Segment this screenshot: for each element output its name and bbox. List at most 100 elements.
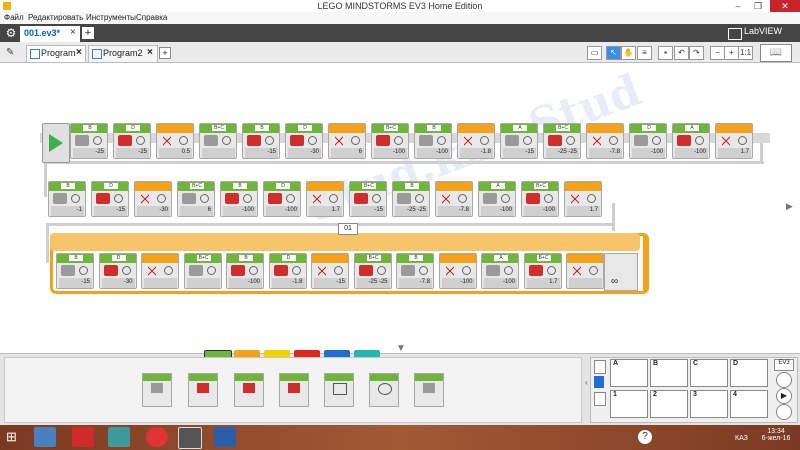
- undo-icon[interactable]: ↶: [674, 46, 689, 60]
- yandex-browser-icon[interactable]: [146, 427, 168, 447]
- clock[interactable]: 13:34 6-жел-16: [756, 428, 796, 442]
- large-motor-block[interactable]: B+C 1.7: [523, 253, 562, 289]
- parameter-value[interactable]: -100: [651, 149, 663, 155]
- medium-motor-block[interactable]: D -100: [629, 123, 667, 159]
- parameter-value[interactable]: -1: [77, 207, 82, 213]
- port-label[interactable]: A: [685, 125, 699, 131]
- minimize-button[interactable]: –: [728, 0, 748, 12]
- select-icon[interactable]: ↖: [606, 46, 621, 60]
- parameter-value[interactable]: 6: [208, 207, 211, 213]
- parameter-value[interactable]: -100: [543, 207, 555, 213]
- port-label[interactable]: B: [69, 255, 83, 261]
- large-motor-block[interactable]: D -1.8: [268, 253, 307, 289]
- add-project-button[interactable]: +: [82, 27, 94, 39]
- parameter-value[interactable]: -15: [267, 149, 276, 155]
- medium-motor-block[interactable]: B -1: [48, 181, 86, 217]
- port-label[interactable]: D: [126, 125, 140, 131]
- available-bricks-icon[interactable]: [594, 392, 606, 406]
- port-label[interactable]: D: [111, 255, 126, 261]
- zoom-reset-button[interactable]: 1:1: [738, 46, 753, 60]
- medium-motor-block[interactable]: A -15: [500, 123, 538, 159]
- large-motor-block[interactable]: D -100: [263, 181, 301, 217]
- port-label[interactable]: B+C: [362, 183, 376, 189]
- mode-selector[interactable]: [202, 148, 235, 158]
- help-icon[interactable]: ?: [638, 430, 652, 444]
- large-motor-block[interactable]: D -30: [285, 123, 323, 159]
- wait-block[interactable]: -15: [311, 253, 349, 289]
- wait-block[interactable]: 1.7: [715, 123, 753, 159]
- download-icon[interactable]: [776, 372, 792, 388]
- palette-move-steering-block[interactable]: [234, 373, 264, 407]
- port-label[interactable]: D: [281, 255, 296, 261]
- word-icon[interactable]: [214, 427, 236, 447]
- ev3-taskbar-icon[interactable]: [178, 427, 202, 449]
- programming-canvas[interactable]: Stud.kz - Stud 01 B-25D-250.5B+CB-15D-30…: [0, 63, 800, 354]
- medium-motor-block[interactable]: B -7.8: [396, 253, 434, 289]
- parameter-value[interactable]: 1.7: [741, 149, 749, 155]
- wait-block[interactable]: 1.7: [306, 181, 344, 217]
- loop-name-label[interactable]: 01: [338, 223, 358, 235]
- collapse-icon[interactable]: ‹: [585, 378, 588, 387]
- large-motor-block[interactable]: D -15: [91, 181, 129, 217]
- parameter-value[interactable]: -25 -25: [407, 207, 426, 213]
- parameter-value[interactable]: -30: [310, 149, 319, 155]
- large-motor-block[interactable]: B+C -100: [521, 181, 559, 217]
- parameter-value[interactable]: -15: [525, 149, 534, 155]
- port-label[interactable]: D: [276, 183, 290, 189]
- tab-program[interactable]: Program ×: [26, 45, 86, 62]
- add-program-button[interactable]: +: [159, 47, 171, 59]
- wait-block[interactable]: [141, 253, 179, 289]
- port-label[interactable]: B: [255, 125, 269, 131]
- palette-brick-light-block[interactable]: [414, 373, 444, 407]
- parameter-value[interactable]: -7.8: [610, 149, 620, 155]
- scroll-right-icon[interactable]: ▶: [786, 201, 793, 212]
- large-motor-block[interactable]: D -25: [113, 123, 151, 159]
- port-label[interactable]: B+C: [366, 255, 381, 261]
- port-label[interactable]: B+C: [534, 183, 548, 189]
- palette-display-block[interactable]: [324, 373, 354, 407]
- wait-block[interactable]: -1.8: [457, 123, 495, 159]
- parameter-value[interactable]: -25 -25: [558, 149, 577, 155]
- medium-motor-block[interactable]: B -15: [56, 253, 94, 289]
- palette-medium-motor-block[interactable]: [142, 373, 172, 407]
- port-label[interactable]: B: [405, 183, 419, 189]
- brick-info-icon[interactable]: [594, 360, 606, 374]
- redo-icon[interactable]: ↷: [689, 46, 704, 60]
- parameter-value[interactable]: -100: [248, 279, 260, 285]
- port-label[interactable]: B+C: [190, 183, 204, 189]
- wait-block[interactable]: 1.7: [564, 181, 602, 217]
- parameter-value[interactable]: -100: [285, 207, 297, 213]
- parameter-value[interactable]: -100: [393, 149, 405, 155]
- close-icon[interactable]: ×: [70, 27, 76, 38]
- parameter-value[interactable]: -100: [242, 207, 254, 213]
- ev3-brick-icon[interactable]: EV3: [774, 359, 794, 371]
- close-button[interactable]: ✕: [770, 0, 800, 12]
- content-editor-icon[interactable]: 📖: [760, 44, 792, 62]
- port-label[interactable]: A: [494, 255, 508, 261]
- save-icon[interactable]: ▪: [658, 46, 673, 60]
- medium-motor-block[interactable]: B+C 6: [177, 181, 215, 217]
- yandex-icon[interactable]: [72, 427, 94, 447]
- parameter-value[interactable]: -7.8: [420, 279, 430, 285]
- parameter-value[interactable]: -100: [694, 149, 706, 155]
- port-label[interactable]: B: [409, 255, 423, 261]
- loop-end-block[interactable]: ∞: [604, 253, 638, 291]
- parameter-value[interactable]: -25: [138, 149, 147, 155]
- medium-motor-block[interactable]: B -100: [414, 123, 452, 159]
- large-motor-block[interactable]: B -15: [242, 123, 280, 159]
- menu-file[interactable]: Файл: [4, 13, 24, 22]
- parameter-value[interactable]: -1.8: [292, 279, 302, 285]
- port-label[interactable]: B+C: [212, 125, 226, 131]
- parameter-value[interactable]: 0.5: [182, 149, 190, 155]
- palette-sound-block[interactable]: [369, 373, 399, 407]
- parameter-value[interactable]: -30: [159, 207, 168, 213]
- app-icon[interactable]: [108, 427, 130, 447]
- wait-block[interactable]: -30: [134, 181, 172, 217]
- zoom-in-icon[interactable]: +: [724, 46, 739, 60]
- comment-tool-icon[interactable]: ≡: [637, 46, 652, 60]
- language-indicator[interactable]: КАЗ: [735, 435, 748, 442]
- port-label[interactable]: B+C: [536, 255, 551, 261]
- port-label[interactable]: A: [513, 125, 527, 131]
- port-label[interactable]: B: [83, 125, 97, 131]
- wait-block[interactable]: [566, 253, 604, 289]
